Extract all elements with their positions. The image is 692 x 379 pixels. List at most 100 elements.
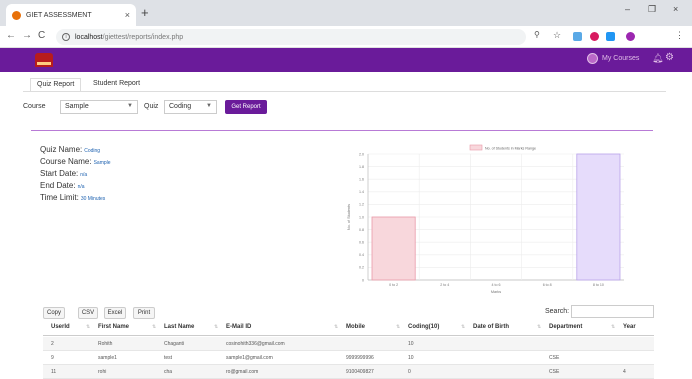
table-cell: test	[164, 355, 173, 361]
sort-icon[interactable]: ⇅	[86, 324, 90, 330]
course-select-value: Sample	[65, 103, 89, 110]
x-tick-label: 8 to 10	[593, 283, 604, 287]
forward-arrow-icon[interactable]: →	[22, 30, 32, 41]
close-tab-icon[interactable]: ×	[125, 10, 130, 20]
table-cell: Chaganti	[164, 341, 185, 347]
course-name-value: Sample	[93, 160, 111, 166]
extension-icon[interactable]	[590, 32, 599, 41]
time-limit-value: 30 Minutes	[80, 196, 106, 202]
table-cell: Rohith	[98, 341, 113, 347]
column-header[interactable]: Year	[623, 324, 636, 330]
y-tick-label: 2.0	[359, 152, 364, 156]
menu-dots-icon[interactable]: ⋮	[675, 30, 684, 41]
x-tick-label: 4 to 6	[492, 283, 501, 287]
start-date-row: Start Date: n/a	[40, 169, 87, 178]
gear-icon[interactable]: ⚙	[665, 52, 674, 63]
search-label: Search:	[545, 308, 570, 315]
y-tick-label: 0.6	[359, 241, 364, 245]
sort-icon[interactable]: ⇅	[396, 324, 400, 330]
table-cell: 9100409827	[346, 369, 374, 375]
avatar[interactable]	[587, 53, 598, 64]
excel-button[interactable]: Excel	[104, 307, 126, 319]
quiz-name-value: Coding	[84, 148, 101, 154]
start-date-label: Start Date:	[40, 169, 79, 178]
browser-tab[interactable]: GIET ASSESSMENT ×	[6, 4, 136, 26]
table-cell: ro@gmail.com	[226, 369, 259, 375]
bookmark-star-icon[interactable]: ☆	[553, 30, 561, 41]
quiz-select-value: Coding	[169, 103, 192, 110]
column-header[interactable]: Date of Birth	[473, 324, 509, 330]
browser-tab-bar: GIET ASSESSMENT × + – ❐ ×	[0, 0, 692, 26]
extension-icon[interactable]	[606, 32, 615, 41]
sort-icon[interactable]: ⇅	[461, 324, 465, 330]
tab-student-report[interactable]: Student Report	[87, 78, 146, 92]
column-header[interactable]: Coding(10)	[408, 324, 439, 330]
restore-button[interactable]: ❐	[648, 4, 656, 15]
table-cell: 10	[408, 355, 414, 361]
table-row[interactable]: 11 rohi cha ro@gmail.com 9100409827 0 CSE 4	[43, 365, 654, 379]
back-arrow-icon[interactable]: ←	[6, 30, 16, 41]
quiz-name-label: Quiz Name:	[40, 145, 83, 154]
y-axis-title: No. of Students	[347, 204, 351, 230]
y-tick-label: 1.4	[359, 190, 364, 194]
column-header[interactable]: Last Name	[164, 324, 194, 330]
y-tick-label: 1.0	[359, 215, 364, 219]
tab-quiz-report[interactable]: Quiz Report	[30, 78, 82, 92]
column-header[interactable]: UserId	[51, 324, 70, 330]
bell-icon[interactable]: 🔔︎	[652, 53, 663, 64]
profile-icon[interactable]	[626, 32, 635, 41]
app-logo[interactable]	[35, 53, 53, 67]
y-tick-label: 0.8	[359, 228, 364, 232]
table-cell: 2	[51, 341, 54, 347]
chevron-down-icon: ▼	[127, 103, 133, 109]
close-window-button[interactable]: ×	[673, 4, 678, 14]
quiz-select[interactable]: Coding ▼	[164, 100, 217, 114]
section-divider	[31, 130, 653, 131]
search-input[interactable]	[571, 305, 654, 318]
table-header: UserId First Name ⇅ Last Name ⇅ E-Mail ID ⇅ Mob…	[43, 320, 654, 336]
sort-icon[interactable]: ⇅	[152, 324, 156, 330]
get-report-button[interactable]: Get Report	[225, 100, 267, 114]
table-cell: sample1@gmail.com	[226, 355, 273, 361]
column-header[interactable]: Department	[549, 324, 582, 330]
start-date-value: n/a	[80, 172, 88, 178]
column-header[interactable]: Mobile	[346, 324, 365, 330]
table-cell: cha	[164, 369, 173, 375]
reload-icon[interactable]: C	[38, 30, 45, 41]
x-tick-label: 0 to 2	[389, 283, 398, 287]
info-icon[interactable]: i	[62, 33, 70, 41]
course-label: Course	[23, 103, 46, 110]
copy-button[interactable]: Copy	[43, 307, 65, 319]
new-tab-button[interactable]: +	[141, 5, 149, 21]
url-host: localhost	[75, 33, 103, 41]
my-courses-link[interactable]: My Courses	[602, 55, 639, 62]
course-select[interactable]: Sample ▼	[60, 100, 138, 114]
sort-icon[interactable]: ⇅	[214, 324, 218, 330]
y-tick-label: 0.2	[359, 266, 364, 270]
minimize-button[interactable]: –	[625, 4, 630, 14]
table-row[interactable]: 2 Rohith Chaganti cosinohith336@gmail.com 10	[43, 337, 654, 351]
sort-icon[interactable]: ⇅	[537, 324, 541, 330]
table-cell: cosinohith336@gmail.com	[226, 341, 285, 347]
extension-icon[interactable]	[573, 32, 582, 41]
quiz-name-row: Quiz Name: Coding	[40, 145, 100, 154]
csv-button[interactable]: CSV	[78, 307, 98, 319]
sort-icon[interactable]: ⇅	[611, 324, 615, 330]
table-row[interactable]: 9 sample1 test sample1@gmail.com 9999999996 1…	[43, 351, 654, 365]
quiz-label: Quiz	[144, 103, 159, 110]
table-cell: 11	[51, 369, 57, 375]
end-date-label: End Date:	[40, 181, 76, 190]
zoom-icon[interactable]: ⚲	[534, 30, 540, 39]
course-name-row: Course Name: Sample	[40, 157, 111, 166]
column-header[interactable]: First Name	[98, 324, 129, 330]
legend-swatch	[469, 144, 483, 151]
sort-icon[interactable]: ⇅	[334, 324, 338, 330]
chart-bar	[576, 153, 621, 281]
table-cell: 10	[408, 341, 414, 347]
table-cell: 0	[408, 369, 411, 375]
print-button[interactable]: Print	[133, 307, 155, 319]
address-bar[interactable]: i localhost /giettest/reports/index.php	[56, 29, 526, 45]
column-header[interactable]: E-Mail ID	[226, 324, 251, 330]
time-limit-row: Time Limit: 30 Minutes	[40, 193, 105, 202]
y-tick-label: 1.8	[359, 165, 364, 169]
